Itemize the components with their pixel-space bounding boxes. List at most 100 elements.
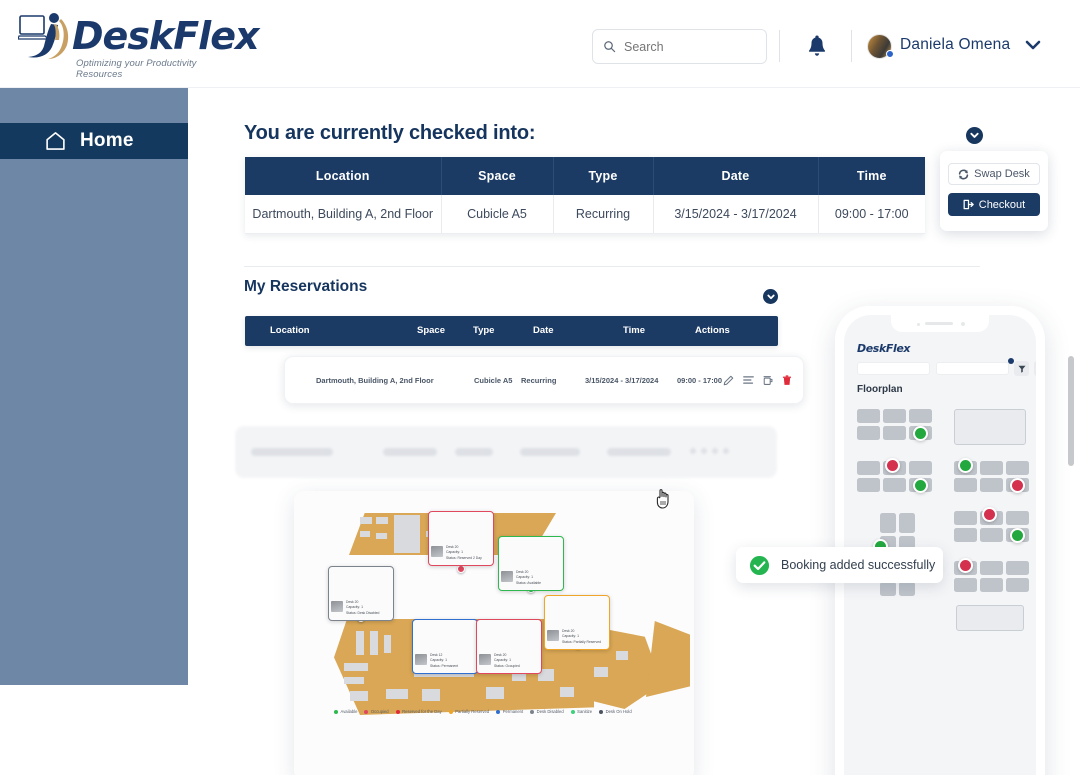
desk-info-card[interactable]: Desk 20 Capacity: 1 Status: Reserved 2 D… <box>428 511 494 566</box>
column-header-type: Type <box>553 157 654 195</box>
scrollbar-thumb[interactable] <box>1068 356 1074 466</box>
swap-refresh-icon <box>958 169 969 179</box>
phone-field-2[interactable] <box>936 362 1009 375</box>
sanitize-cup-icon[interactable] <box>763 375 773 386</box>
header-divider-1 <box>779 30 780 62</box>
section-divider <box>244 266 980 267</box>
checkout-label: Checkout <box>978 198 1026 211</box>
toast-message: Booking added successfully <box>781 558 936 572</box>
user-name[interactable]: Daniela Omena <box>900 36 1010 54</box>
floorplan-pin-reserved[interactable] <box>457 565 465 573</box>
page-title: You are currently checked into: <box>244 122 536 144</box>
table-row[interactable]: Dartmouth, Building A, 2nd Floor Cubicle… <box>245 195 925 234</box>
legend-item: Sanitize <box>570 709 592 714</box>
desk-thumb-icon <box>479 654 491 665</box>
desk-thumb-icon <box>415 654 427 665</box>
deskflex-logo[interactable]: DeskFlex Optimizing your Productivity Re… <box>14 8 259 80</box>
desk-thumb-icon <box>331 601 343 612</box>
floorplan-preview-card[interactable]: Desk 20 Capacity: 1 Status: Reserved 2 D… <box>294 491 694 775</box>
desk-photo <box>547 598 607 626</box>
reservations-collapse-toggle[interactable] <box>763 289 778 304</box>
home-icon <box>46 132 65 150</box>
column-header-actions: Actions <box>695 325 730 336</box>
phone-desk-dot-occupied[interactable] <box>885 458 900 473</box>
checkout-exit-icon <box>963 199 974 210</box>
phone-desk-dot-available[interactable] <box>913 426 928 441</box>
phone-desk-dot-available[interactable] <box>958 458 973 473</box>
floorplan-legend: Available Occupied Reserved for the Day … <box>334 709 664 714</box>
legend-label: Desk Disabled <box>536 709 564 714</box>
column-header-time: Time <box>818 157 925 195</box>
desk-photo <box>415 622 475 650</box>
notification-bell-icon[interactable] <box>806 35 828 59</box>
desk-info-card[interactable]: Desk 20 Capacity: 1 Status: Available <box>498 536 564 591</box>
legend-item: Partially Reserved <box>448 709 490 714</box>
column-header-date: Date <box>653 157 819 195</box>
sidebar-item-label: Home <box>80 130 134 151</box>
swap-desk-button[interactable]: Swap Desk <box>948 163 1040 185</box>
checked-in-table: Location Space Type Date Time Dartmouth,… <box>245 157 925 234</box>
cell-space: Cubicle A5 <box>441 195 554 234</box>
desk-photo <box>501 539 561 567</box>
desk-info-card[interactable]: Desk 12 Capacity: 1 Status: Permanent <box>412 619 478 674</box>
desk-thumb-icon <box>501 571 513 582</box>
phone-desk-dot-available[interactable] <box>1010 528 1025 543</box>
avatar-status-dot <box>886 50 894 58</box>
desk-status: Status: Occupied <box>494 663 520 668</box>
sidebar: Home <box>0 88 188 685</box>
checked-in-collapse-toggle[interactable] <box>966 127 983 144</box>
cell-location: Dartmouth, Building A, 2nd Floor <box>316 376 434 385</box>
cell-time: 09:00 - 17:00 <box>677 376 723 385</box>
cell-type: Recurring <box>521 376 557 385</box>
row-actions <box>723 369 793 391</box>
edit-icon[interactable] <box>723 375 734 386</box>
legend-label: Occupied <box>370 709 389 714</box>
desk-info-card[interactable]: Desk 20 Capacity: 1 Status: Occupied <box>476 619 542 674</box>
details-list-icon[interactable] <box>743 375 754 385</box>
phone-screen-title: Floorplan <box>857 384 903 395</box>
legend-label: Available <box>340 709 358 714</box>
desk-photo <box>431 514 491 542</box>
chevron-down-icon[interactable] <box>1025 39 1041 51</box>
desk-info-card[interactable]: Desk 20 Capacity: 1 Status: Partially Re… <box>544 595 610 650</box>
checkout-button[interactable]: Checkout <box>948 193 1040 216</box>
delete-icon[interactable] <box>782 374 792 386</box>
reservations-table-header: Location Space Type Date Time Actions <box>245 316 778 346</box>
phone-desk-dot-occupied[interactable] <box>958 558 973 573</box>
phone-desk-dot-available[interactable] <box>913 478 928 493</box>
phone-calendar-button[interactable] <box>1034 361 1036 376</box>
legend-item: Occupied <box>364 709 389 714</box>
phone-mockup: DeskFlex Floorplan <box>835 306 1045 775</box>
search-input[interactable] <box>624 39 754 54</box>
legend-item: Available <box>334 709 357 714</box>
phone-filter-badge <box>1008 358 1014 364</box>
legend-label: Reserved for the Day <box>402 709 442 714</box>
desk-status: Status: Available <box>516 580 542 585</box>
column-header-date: Date <box>533 325 554 336</box>
phone-logo: DeskFlex <box>857 342 911 355</box>
toast-notification[interactable]: Booking added successfully <box>736 547 943 583</box>
sidebar-item-home[interactable]: Home <box>0 123 188 159</box>
phone-screen: DeskFlex Floorplan <box>844 315 1036 775</box>
phone-field-1[interactable] <box>857 362 930 375</box>
table-row[interactable]: Dartmouth, Building A, 2nd Floor Cubicle… <box>284 356 804 404</box>
desk-info-card[interactable]: Desk 20 Capacity: 1 Status: Desk Disable… <box>328 566 394 621</box>
checked-in-actions-card: Swap Desk Checkout <box>940 151 1048 231</box>
column-header-location: Location <box>270 325 310 336</box>
legend-item: Reserved for the Day <box>395 709 442 714</box>
legend-item: Desk Disabled <box>530 709 564 714</box>
floorplan-map: Desk 20 Capacity: 1 Status: Reserved 2 D… <box>294 491 694 775</box>
search-box[interactable] <box>592 29 767 64</box>
desk-photo <box>331 569 391 597</box>
cell-type: Recurring <box>553 195 654 234</box>
legend-label: Partially Reserved <box>455 709 490 714</box>
cell-location: Dartmouth, Building A, 2nd Floor <box>245 195 442 234</box>
legend-label: Desk On Hold <box>605 709 632 714</box>
page-scrollbar[interactable] <box>1066 88 1074 775</box>
legend-label: Permanent <box>502 709 524 714</box>
phone-desk-dot-occupied[interactable] <box>1010 478 1025 493</box>
header-divider-2 <box>851 30 852 62</box>
phone-filter-button[interactable] <box>1014 361 1029 376</box>
phone-desk-dot-occupied[interactable] <box>982 507 997 522</box>
search-icon <box>604 41 616 53</box>
